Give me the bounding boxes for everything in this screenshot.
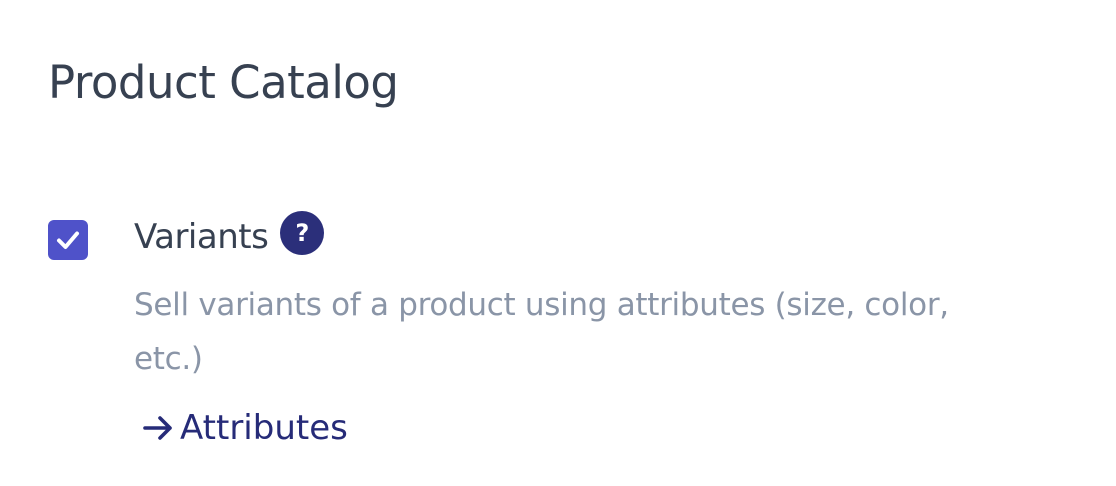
setting-header: Variants ? xyxy=(134,210,1034,264)
variants-checkbox[interactable] xyxy=(48,220,88,260)
attributes-link-label: Attributes xyxy=(180,408,348,448)
attributes-link[interactable]: Attributes xyxy=(142,408,348,448)
question-mark-icon[interactable]: ? xyxy=(280,211,325,255)
section-title: Product Catalog xyxy=(48,56,399,109)
setting-name: Variants xyxy=(134,217,269,257)
setting-body: Variants ? Sell variants of a product us… xyxy=(134,210,1034,448)
checkmark-icon xyxy=(57,231,79,249)
setting-description: Sell variants of a product using attribu… xyxy=(134,287,949,377)
arrow-right-icon xyxy=(142,414,176,442)
product-catalog-section: Product Catalog Variants ? Sell variants… xyxy=(0,0,1116,486)
